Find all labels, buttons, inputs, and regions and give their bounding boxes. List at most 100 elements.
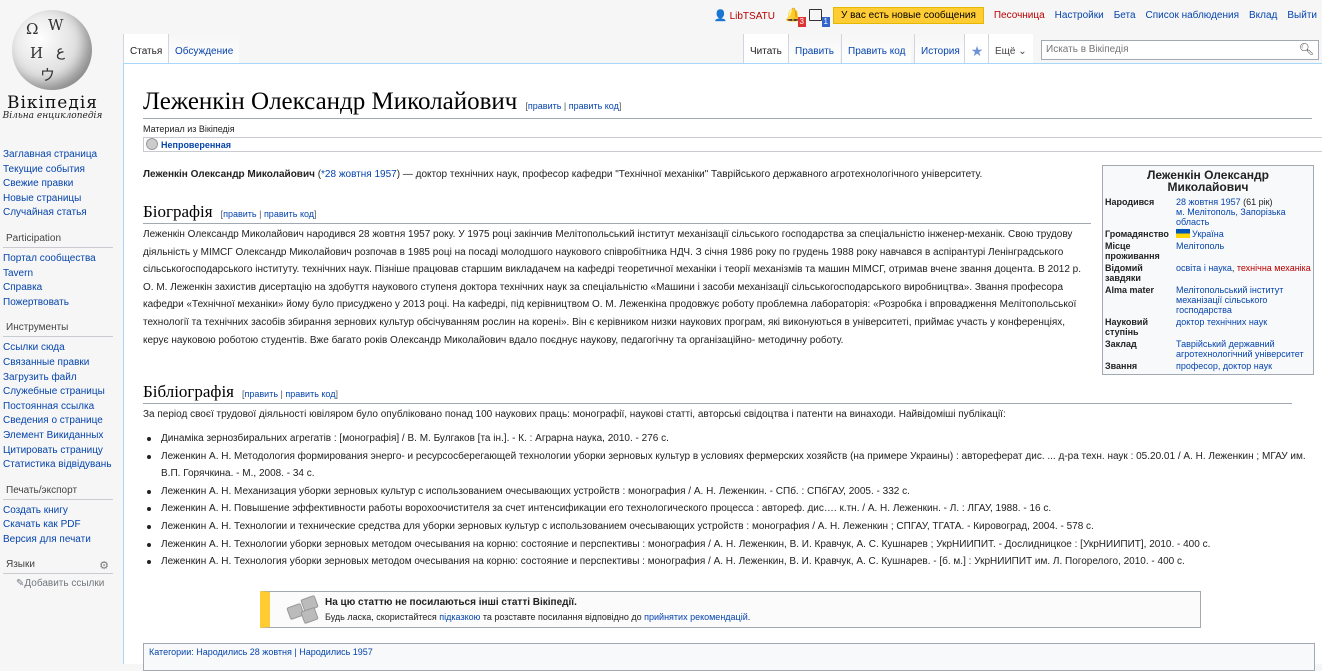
infobox-row-residence: Місце проживання Мелітополь — [1105, 240, 1311, 262]
tab-history[interactable]: История — [914, 34, 966, 63]
more-menu[interactable]: Ещё ⌄ — [988, 34, 1033, 63]
puzzle-pieces-icon — [286, 594, 320, 625]
infobox-label: Громадянство — [1105, 229, 1169, 239]
sidebar-item-related-changes[interactable]: Связанные правки — [3, 357, 89, 368]
bibliography-edit-link[interactable]: править — [245, 389, 279, 399]
sidebar-heading-languages: Языки — [3, 559, 113, 575]
sidebar-item-random-article[interactable]: Случайная статья — [3, 207, 87, 218]
sidebar-item-tavern[interactable]: Tavern — [3, 268, 33, 279]
infobox-institution-link[interactable]: Таврійський державний агротехнологічний … — [1176, 339, 1304, 359]
watchlist-link[interactable]: Список наблюдения — [1146, 10, 1239, 21]
personal-tools: 👤 LibTSATU 🔔 3 1 У вас есть новые сообщени… — [704, 6, 1317, 27]
infobox-row-known-for: Відомий завдяки освіта і наука, технічна… — [1105, 262, 1311, 284]
user-icon: 👤 — [713, 9, 728, 22]
content-area: Леженкін Олександр Миколайович [править |… — [123, 63, 1322, 671]
notices-inbox-icon[interactable]: 1 — [808, 8, 830, 27]
bibliography-edit-code-link[interactable]: править код — [285, 389, 335, 399]
gear-icon[interactable]: ⚙ — [99, 559, 109, 572]
search-icon[interactable]: 🔍︎ — [1299, 42, 1314, 56]
more-label: Ещё — [995, 46, 1016, 57]
infobox-value: доктор технічних наук — [1176, 316, 1311, 338]
notices-count: 1 — [821, 17, 830, 27]
tab-edit[interactable]: Править — [788, 34, 840, 63]
sandbox-link[interactable]: Песочница — [994, 10, 1045, 21]
sidebar-item-permanent-link[interactable]: Постоянная ссылка — [3, 401, 94, 412]
orphan-hint-link[interactable]: підказкою — [439, 612, 480, 622]
title-edit-code-link[interactable]: править код — [569, 101, 619, 111]
contributions-link[interactable]: Вклад — [1249, 10, 1277, 21]
sidebar-item-download-pdf[interactable]: Скачать как PDF — [3, 519, 81, 530]
search-box: 🔍︎ — [1041, 40, 1319, 60]
tab-talk[interactable]: Обсуждение — [168, 34, 240, 63]
sidebar-item-create-book[interactable]: Создать книгу — [3, 505, 68, 516]
tab-article[interactable]: Статья — [123, 34, 169, 63]
biography-edit-code-link[interactable]: править код — [264, 209, 314, 219]
sidebar-participation: Participation Портал сообщества Tavern С… — [0, 233, 123, 310]
sidebar-item-new-pages[interactable]: Новые страницы — [3, 193, 81, 204]
page-title-text: Леженкін Олександр Миколайович — [143, 88, 518, 115]
sidebar-item-what-links-here[interactable]: Ссылки сюда — [3, 342, 65, 353]
sidebar-item-upload-file[interactable]: Загрузить файл — [3, 372, 77, 383]
wikipedia-logo[interactable]: Ω W И ع ウ Вікіпедія Вільна енциклопедія — [0, 0, 123, 150]
logo-wordmark: Вікіпедія — [6, 93, 98, 113]
sidebar-item-current-events[interactable]: Текущие события — [3, 164, 85, 175]
preferences-link[interactable]: Настройки — [1055, 10, 1104, 21]
sidebar-item-special-pages[interactable]: Служебные страницы — [3, 386, 105, 397]
list-item: Леженкин А. Н. Технологии и технические … — [147, 518, 1320, 536]
sidebar-item-wikidata-item[interactable]: Элемент Викиданных — [3, 430, 103, 441]
sidebar-heading-print: Печать/экспорт — [3, 485, 113, 500]
add-links-label: Добавить ссылки — [24, 578, 105, 590]
sidebar-item-page-info[interactable]: Сведения о странице — [3, 415, 103, 426]
tab-edit-code[interactable]: Править код — [841, 34, 912, 63]
lead-birth-date-link[interactable]: *28 жовтня 1957 — [321, 169, 397, 180]
watch-star-icon[interactable]: ★ — [964, 34, 989, 63]
list-item: Леженкин А. Н. Технология уборки зерновы… — [147, 553, 1320, 571]
infobox-row-citizenship: Громадянство Україна — [1105, 228, 1311, 240]
infobox: Леженкін Олександр Миколайович Народився… — [1102, 165, 1314, 375]
beta-link[interactable]: Бета — [1114, 10, 1136, 21]
infobox-degree-link[interactable]: доктор технічних наук — [1176, 317, 1267, 327]
infobox-rank-link[interactable]: професор, доктор наук — [1176, 361, 1272, 371]
logout-link[interactable]: Выйти — [1287, 10, 1317, 21]
sidebar-item-donate[interactable]: Пожертвовать — [3, 297, 69, 308]
sidebar-tools: Инструменты Ссылки сюда Связанные правки… — [0, 322, 123, 472]
infobox-label: Alma mater — [1105, 285, 1155, 295]
username: LibTSATU — [729, 10, 775, 22]
flagged-revision-status[interactable]: Непроверенная — [143, 137, 1322, 152]
infobox-alma-link[interactable]: Мелітопольський інститут механізації сіл… — [1176, 285, 1283, 315]
section-heading-bibliography: Бібліографія [править | править код] — [143, 382, 1292, 404]
infobox-citizenship-link[interactable]: Україна — [1192, 229, 1224, 239]
infobox-value: Україна — [1176, 228, 1311, 240]
sidebar-item-cite-page[interactable]: Цитировать страницу — [3, 445, 103, 456]
infobox-row-institution: Заклад Таврійський державний агротехноло… — [1105, 338, 1311, 360]
user-link[interactable]: 👤 LibTSATU — [714, 9, 775, 22]
orphan-guidelines-link[interactable]: прийнятих рекомендацій — [644, 612, 748, 622]
tab-read[interactable]: Читать — [743, 34, 788, 63]
add-links-link[interactable]: ✎Добавить ссылки — [0, 578, 123, 589]
sidebar-item-help[interactable]: Справка — [3, 282, 42, 293]
infobox-known-red-link[interactable]: технічна механіка — [1237, 263, 1311, 273]
section-heading-biography: Біографія [править | править код] — [143, 202, 1091, 224]
sidebar-item-recent-changes[interactable]: Свежие правки — [3, 178, 73, 189]
biography-edit-link[interactable]: править — [223, 209, 257, 219]
infobox-known-link[interactable]: освіта і наука — [1176, 263, 1232, 273]
chevron-down-icon: ⌄ — [1018, 46, 1027, 57]
sidebar-item-community-portal[interactable]: Портал сообщества — [3, 253, 96, 264]
sidebar-item-main-page[interactable]: Заглавная страница — [3, 149, 97, 160]
infobox-born-date-link[interactable]: 28 жовтня 1957 — [1176, 197, 1241, 207]
sidebar: Заглавная страница Текущие события Свежи… — [0, 148, 123, 599]
infobox-residence-link[interactable]: Мелітополь — [1176, 241, 1224, 251]
infobox-label: Науковий ступінь — [1105, 317, 1148, 337]
search-input[interactable] — [1042, 41, 1300, 58]
title-edit-link[interactable]: править — [528, 101, 562, 111]
category-links-text[interactable]: Категории: Народились 28 жовтня | Народи… — [149, 647, 373, 657]
infobox-born-place-link[interactable]: м. Мелітополь, Запорізька область — [1176, 207, 1286, 227]
infobox-value: Таврійський державний агротехнологічний … — [1176, 338, 1311, 360]
sidebar-item-page-statistics[interactable]: Статистика відвідувань — [3, 459, 112, 470]
alerts-count: 3 — [797, 17, 806, 27]
alerts-bell-icon[interactable]: 🔔 3 — [785, 8, 806, 27]
new-messages-banner[interactable]: У вас есть новые сообщения — [832, 6, 984, 24]
lead-paragraph: Леженкін Олександр Миколайович (*28 жовт… — [143, 169, 983, 180]
publication-list: Динаміка зернозбиральних агрегатів : [мо… — [143, 430, 1320, 571]
sidebar-item-printable-version[interactable]: Версия для печати — [3, 534, 91, 545]
